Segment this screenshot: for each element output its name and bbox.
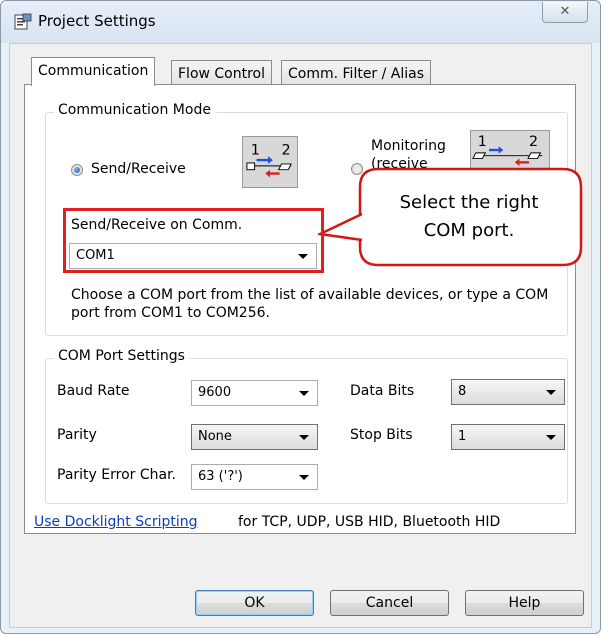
send-receive-diagram-icon: 1 2	[242, 136, 298, 188]
chevron-down-icon	[546, 435, 556, 440]
tab-flow-control[interactable]: Flow Control	[171, 60, 273, 86]
callout-text-line2: COM port.	[423, 220, 515, 241]
comm-port-help-text: Choose a COM port from the list of avail…	[71, 287, 549, 321]
parity-select[interactable]: None	[191, 424, 318, 450]
settings-window-icon	[14, 13, 32, 30]
close-button[interactable]: ✕	[542, 2, 588, 23]
baud-rate-label: Baud Rate	[57, 383, 130, 399]
callout-pointer	[318, 212, 364, 242]
monitoring-label[interactable]: Monitoring	[371, 138, 446, 154]
stop-bits-select[interactable]: 1	[451, 424, 565, 450]
chevron-down-icon	[546, 390, 556, 395]
communication-mode-title: Communication Mode	[54, 102, 215, 118]
monitoring-diagram-icon: 1 2	[470, 130, 550, 170]
stop-bits-label: Stop Bits	[350, 427, 413, 443]
data-bits-label: Data Bits	[350, 383, 415, 399]
baud-rate-combobox[interactable]: 9600	[191, 380, 318, 406]
docklight-scripting-link[interactable]: Use Docklight Scripting	[34, 514, 198, 530]
chevron-down-icon	[299, 475, 309, 480]
callout-text-line1: Select the right	[399, 192, 539, 213]
title-bar: Project Settings ✕	[1, 1, 600, 43]
icon-monitor-1-label: 1	[478, 134, 487, 150]
send-receive-radio[interactable]	[71, 164, 83, 176]
parity-error-char-combobox[interactable]: 63 ('?')	[191, 464, 318, 490]
window-title: Project Settings	[38, 12, 156, 30]
tab-communication[interactable]: Communication	[31, 57, 156, 86]
icon-monitor-2-label: 2	[529, 134, 538, 150]
data-bits-value: 8	[458, 384, 467, 399]
comm-port-highlight-box	[63, 208, 324, 273]
send-receive-label[interactable]: Send/Receive	[91, 161, 186, 177]
icon-port-1-label: 1	[251, 142, 260, 158]
docklight-scripting-suffix: for TCP, UDP, USB HID, Bluetooth HID	[238, 514, 501, 530]
parity-label: Parity	[57, 427, 97, 443]
parity-error-char-value: 63 ('?')	[198, 469, 243, 484]
ok-button[interactable]: OK	[195, 590, 314, 616]
chevron-down-icon	[299, 391, 309, 396]
callout-text: Select the right COM port.	[362, 189, 576, 245]
cancel-button[interactable]: Cancel	[330, 590, 449, 616]
data-bits-select[interactable]: 8	[451, 379, 565, 405]
baud-rate-value: 9600	[198, 385, 232, 400]
icon-port-2-label: 2	[282, 142, 291, 158]
stop-bits-value: 1	[458, 429, 467, 444]
chevron-down-icon	[299, 435, 309, 440]
com-port-settings-title: COM Port Settings	[54, 348, 189, 364]
help-button[interactable]: Help	[465, 590, 584, 616]
tab-comm-filter-alias[interactable]: Comm. Filter / Alias	[281, 60, 432, 86]
parity-value: None	[198, 429, 232, 444]
parity-error-char-label: Parity Error Char.	[57, 467, 176, 483]
